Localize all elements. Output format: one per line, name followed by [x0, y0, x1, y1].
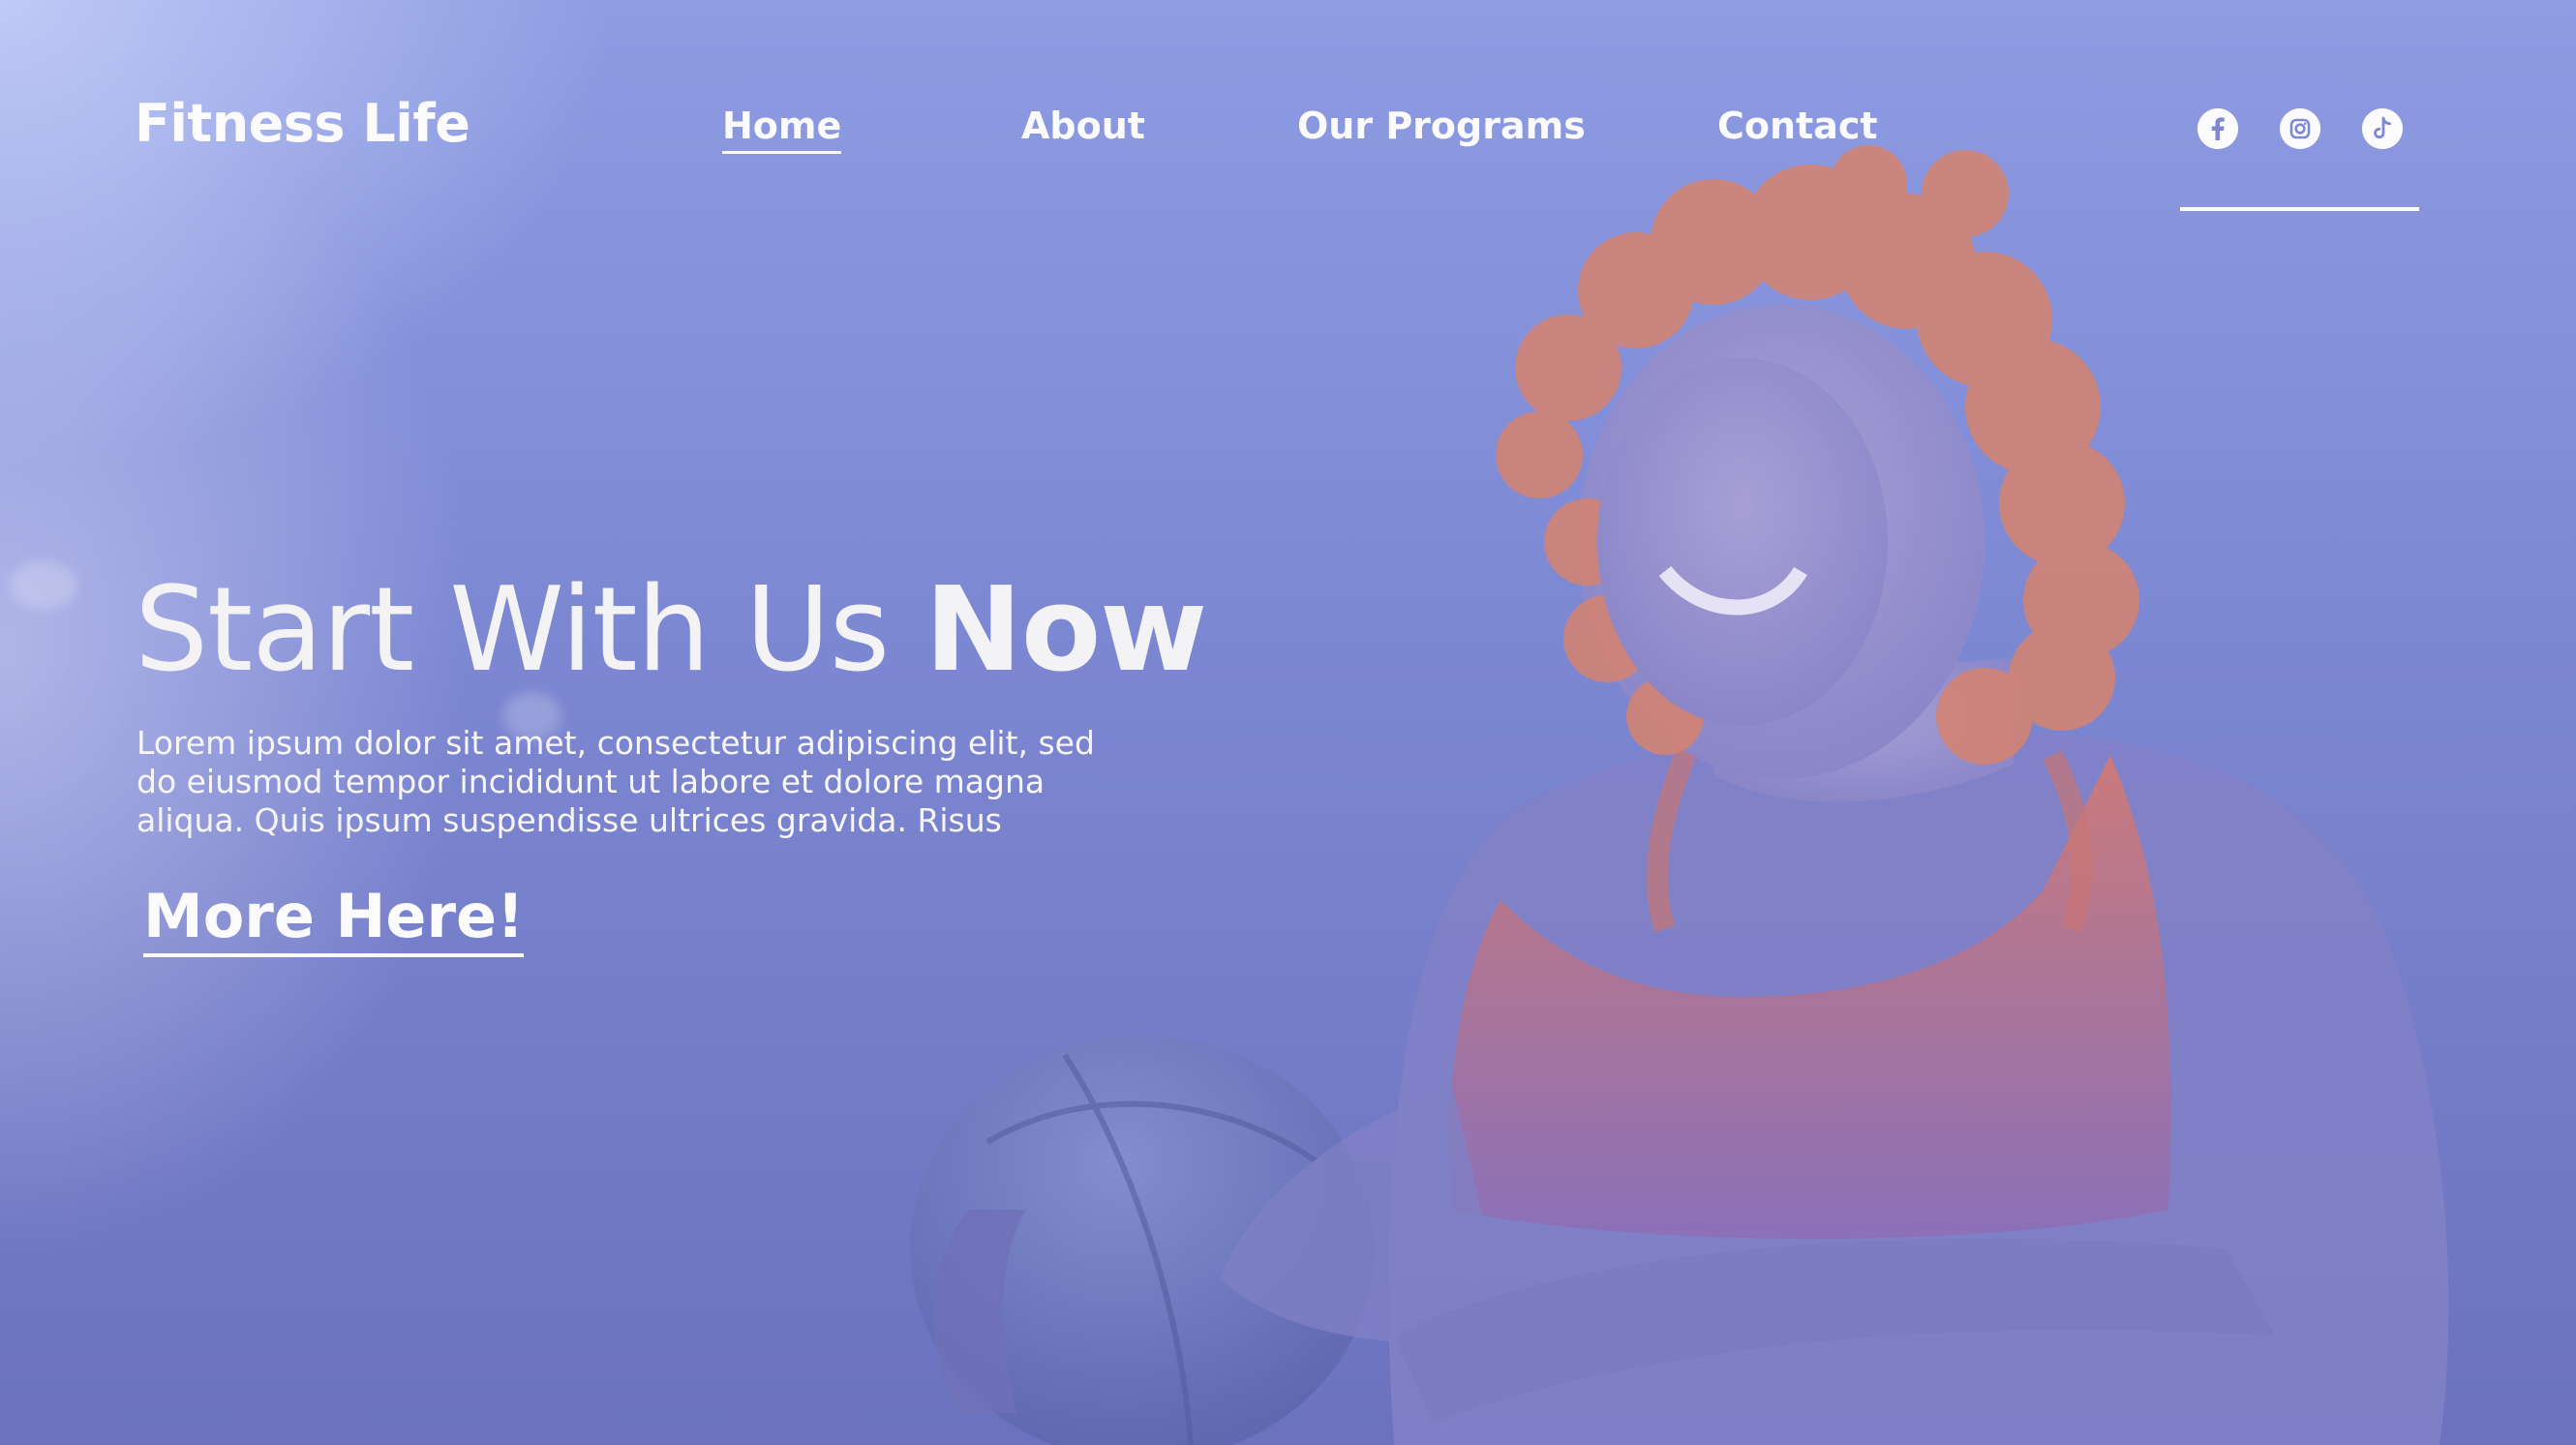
lens-flare: [10, 561, 77, 610]
hero-description: Lorem ipsum dolor sit amet, consectetur …: [136, 724, 1143, 840]
nav-item-contact[interactable]: Contact: [1717, 105, 1878, 147]
brand-logo[interactable]: Fitness Life: [135, 93, 470, 154]
hero-title-regular: Start With Us: [135, 563, 925, 698]
hero-background: [0, 0, 2576, 1445]
hero-description-line: Lorem ipsum dolor sit amet, consectetur …: [136, 724, 1095, 762]
nav-item-home[interactable]: Home: [722, 105, 842, 154]
more-here-button[interactable]: More Here!: [143, 881, 525, 957]
hero-title-bold: Now: [924, 563, 1207, 698]
facebook-icon[interactable]: [2197, 108, 2238, 149]
nav-item-our-programs[interactable]: Our Programs: [1297, 105, 1586, 147]
social-underline: [2180, 207, 2419, 211]
hero-description-line: do eiusmod tempor incididunt ut labore e…: [136, 763, 1046, 800]
nav-item-about[interactable]: About: [1021, 105, 1145, 147]
hero-description-line: aliqua. Quis ipsum suspendisse ultrices …: [136, 801, 1002, 839]
hero-title: Start With Us Now: [135, 563, 1207, 698]
tiktok-icon[interactable]: [2362, 108, 2403, 149]
instagram-icon[interactable]: [2280, 108, 2320, 149]
